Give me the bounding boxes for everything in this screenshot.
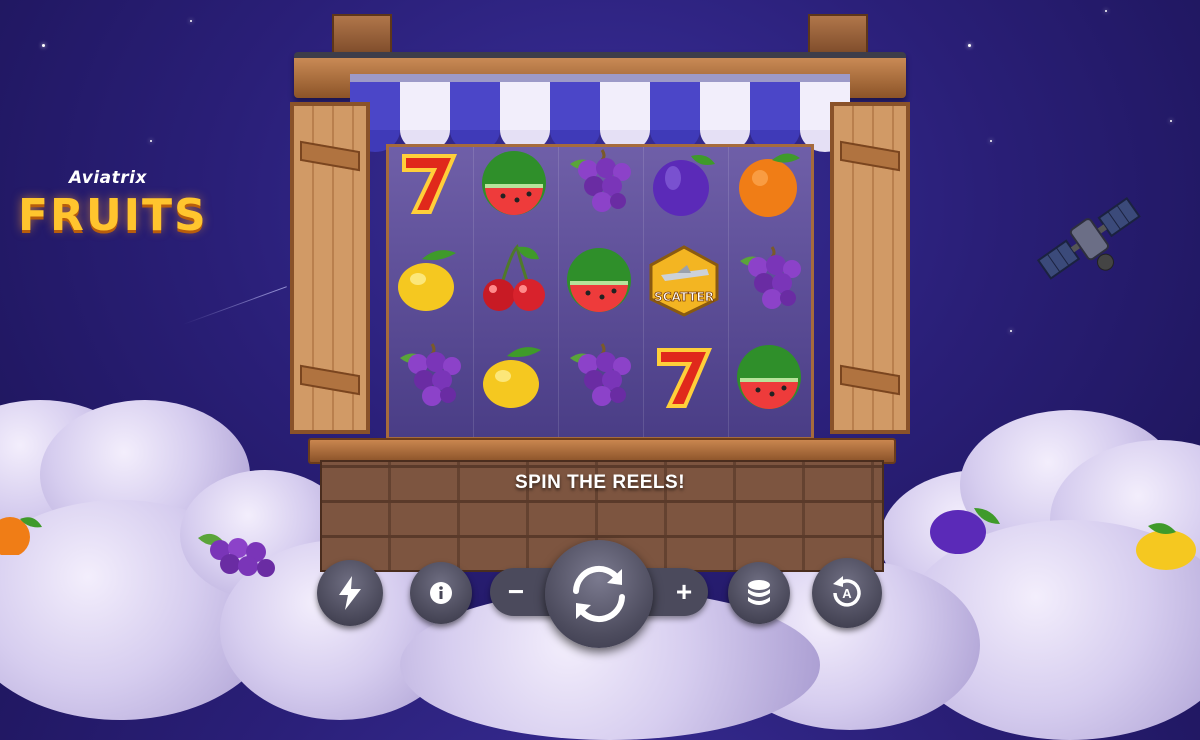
game-logo: Aviatrix FRUITS [18,168,208,241]
cherries-symbol-icon [483,244,545,311]
lemon-symbol-icon [398,250,456,311]
plum-decor-icon [930,508,1000,554]
right-shutter [830,102,910,434]
autoplay-icon: A [833,576,861,607]
seven-symbol-icon [657,348,713,408]
scatter-symbol-icon: SCATTER [649,245,719,317]
grapes-symbol-icon [740,246,801,309]
watermelon-symbol-icon [482,151,546,215]
orange-symbol-icon [739,153,800,217]
decrease-bet-button[interactable]: − [492,568,540,616]
grapes-decor-icon [198,533,275,577]
orange-decor-icon [0,517,42,555]
info-icon [430,582,452,604]
grapes-symbol-icon [570,343,631,406]
grapes-symbol-icon [570,149,631,212]
brand-title: FRUITS [18,190,208,241]
lightning-icon [339,576,361,610]
lemon-symbol-icon [483,347,541,408]
increase-bet-button[interactable]: + [660,568,708,616]
watermelon-symbol-icon [567,248,631,312]
info-button[interactable] [410,562,472,624]
brand-sub: Aviatrix [69,168,147,188]
spin-arrows-icon [573,565,625,623]
left-shutter [290,102,370,434]
grapes-symbol-icon [400,343,461,406]
spin-message: SPIN THE REELS! [514,472,686,493]
turbo-button[interactable] [317,560,383,626]
coin-stack-icon [748,580,770,605]
spin-button[interactable] [545,540,653,648]
scatter-label: SCATTER [654,290,714,304]
satellite-icon [1036,196,1141,280]
bet-coins-button[interactable] [728,562,790,624]
plum-symbol-icon [653,155,715,216]
lemon-decor-icon [1136,523,1196,570]
autoplay-button[interactable]: A [812,558,882,628]
autoplay-letter: A [842,586,852,601]
seven-symbol-icon [402,154,458,214]
watermelon-symbol-icon [737,345,801,409]
